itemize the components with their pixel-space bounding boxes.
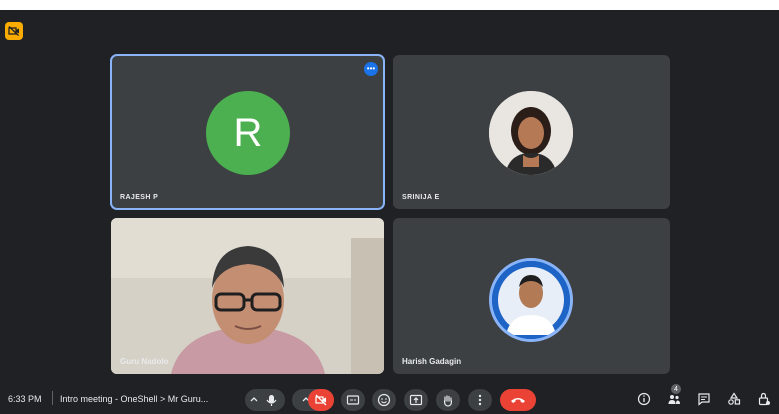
participant-count-badge: 4 <box>671 384 681 394</box>
audio-options-button[interactable] <box>245 389 285 411</box>
chat-button[interactable] <box>696 391 712 407</box>
present-screen-icon <box>409 394 423 406</box>
raise-hand-icon <box>443 395 453 407</box>
participant-tile-harish[interactable]: Harish Gadagin <box>393 218 670 374</box>
participant-name: Guru Nadolo <box>120 357 169 366</box>
microphone-icon <box>266 395 277 406</box>
captions-icon <box>346 395 360 405</box>
info-button[interactable] <box>636 391 652 407</box>
avatar <box>489 91 573 175</box>
host-controls-icon <box>758 392 770 406</box>
leave-call-button[interactable] <box>500 389 536 411</box>
host-controls-button[interactable] <box>756 391 772 407</box>
participant-name: SRINIJA E <box>402 194 440 201</box>
participant-tile-rajesh[interactable]: R ••• RAJESH P <box>110 54 385 210</box>
avatar <box>489 258 573 342</box>
meeting-stage: R ••• RAJESH P SRINIJA E Guru Nadolo Har… <box>0 10 779 414</box>
participant-video <box>111 218 384 374</box>
clock: 6:33 PM <box>8 394 42 404</box>
camera-toggle-button[interactable] <box>308 389 334 411</box>
activities-button[interactable] <box>726 391 742 407</box>
participant-tile-srinija[interactable]: SRINIJA E <box>393 55 670 209</box>
camera-off-icon[interactable] <box>5 22 23 40</box>
more-vert-icon <box>478 394 482 406</box>
more-options-button[interactable] <box>468 389 492 411</box>
more-options-icon[interactable]: ••• <box>364 62 378 76</box>
avatar-letter: R <box>233 110 263 155</box>
chat-icon <box>698 393 710 406</box>
people-button[interactable]: 4 <box>666 384 682 407</box>
meeting-title: Intro meeting - OneShell > Mr Guru... <box>60 394 209 404</box>
participant-name: Harish Gadagin <box>402 357 462 366</box>
raise-hand-button[interactable] <box>436 389 460 411</box>
participant-name: RAJESH P <box>120 194 159 201</box>
info-icon <box>637 392 651 406</box>
captions-button[interactable] <box>341 389 365 411</box>
avatar: R <box>206 91 290 175</box>
leave-call-icon <box>511 398 525 403</box>
emoji-button[interactable] <box>372 389 396 411</box>
camera-off-icon <box>315 394 327 406</box>
emoji-icon <box>377 393 391 407</box>
participant-tile-guru[interactable]: Guru Nadolo <box>111 218 384 374</box>
bottom-toolbar: 6:33 PM Intro meeting - OneShell > Mr Gu… <box>0 381 779 414</box>
people-icon <box>668 395 680 404</box>
divider <box>52 391 53 405</box>
activities-icon <box>728 392 741 405</box>
present-button[interactable] <box>404 389 428 411</box>
